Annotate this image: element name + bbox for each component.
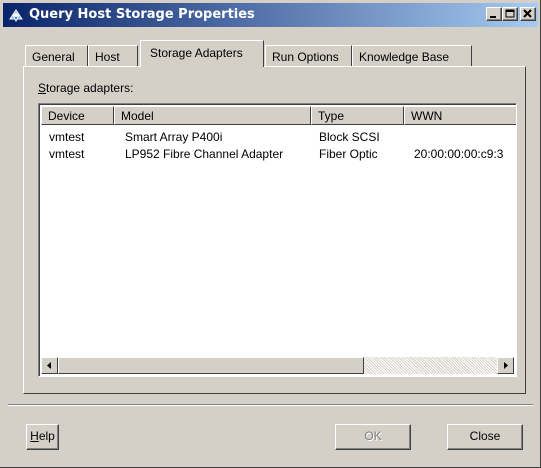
tab-knowledge-base[interactable]: Knowledge Base (352, 45, 472, 67)
scroll-thumb[interactable] (58, 357, 364, 374)
maximize-icon (505, 9, 515, 18)
close-window-button[interactable] (520, 7, 536, 21)
table-row[interactable]: vmtest Smart Array P400i Block SCSI (41, 129, 516, 145)
table-row[interactable]: vmtest LP952 Fibre Channel Adapter Fiber… (41, 146, 516, 162)
scroll-left-button[interactable] (41, 357, 58, 374)
tab-general[interactable]: General (25, 45, 88, 67)
maximize-button[interactable] (502, 7, 518, 21)
horizontal-scrollbar[interactable] (41, 357, 514, 374)
tab-label: General (32, 50, 75, 64)
tab-label: Knowledge Base (359, 50, 450, 64)
tab-label: Run Options (272, 50, 339, 64)
close-button[interactable]: Close (447, 424, 523, 450)
minimize-icon (490, 16, 496, 18)
cell-wwn: 20:00:00:00:c9:3 (414, 147, 504, 161)
storage-app-icon (7, 6, 25, 24)
cell-model: Smart Array P400i (125, 130, 223, 144)
tab-host[interactable]: Host (88, 45, 138, 67)
scroll-left-arrow-icon (47, 362, 51, 369)
cell-device: vmtest (49, 147, 85, 161)
divider (8, 404, 533, 406)
storage-adapters-label: Storage adapters: (38, 81, 134, 95)
cell-model: LP952 Fibre Channel Adapter (125, 147, 284, 161)
column-header-model[interactable]: Model (114, 106, 311, 125)
cell-device: vmtest (49, 130, 85, 144)
tab-label: Host (95, 50, 120, 64)
title-bar[interactable]: Query Host Storage Properties (3, 3, 538, 27)
minimize-button[interactable] (486, 7, 502, 21)
window-title: Query Host Storage Properties (29, 7, 255, 22)
ok-button[interactable]: OK (335, 424, 411, 450)
cell-type: Fiber Optic (319, 147, 378, 161)
scroll-right-button[interactable] (497, 357, 514, 374)
column-header-device[interactable]: Device (41, 106, 114, 125)
tab-run-options[interactable]: Run Options (265, 45, 352, 67)
help-button[interactable]: Help (26, 424, 59, 450)
tab-label: Storage Adapters (150, 46, 243, 60)
scroll-right-arrow-icon (504, 362, 508, 369)
column-header-type[interactable]: Type (311, 106, 404, 125)
dialog-window: Query Host Storage Properties General Ho… (0, 0, 541, 468)
column-header-wwn[interactable]: WWN (404, 106, 516, 125)
tab-storage-adapters[interactable]: Storage Adapters (140, 40, 264, 67)
cell-type: Block SCSI (319, 130, 380, 144)
close-icon (523, 9, 532, 18)
storage-adapters-list[interactable]: Device Model Type WWN vmtest Smart Array… (38, 103, 517, 377)
list-header: Device Model Type WWN (41, 106, 516, 125)
